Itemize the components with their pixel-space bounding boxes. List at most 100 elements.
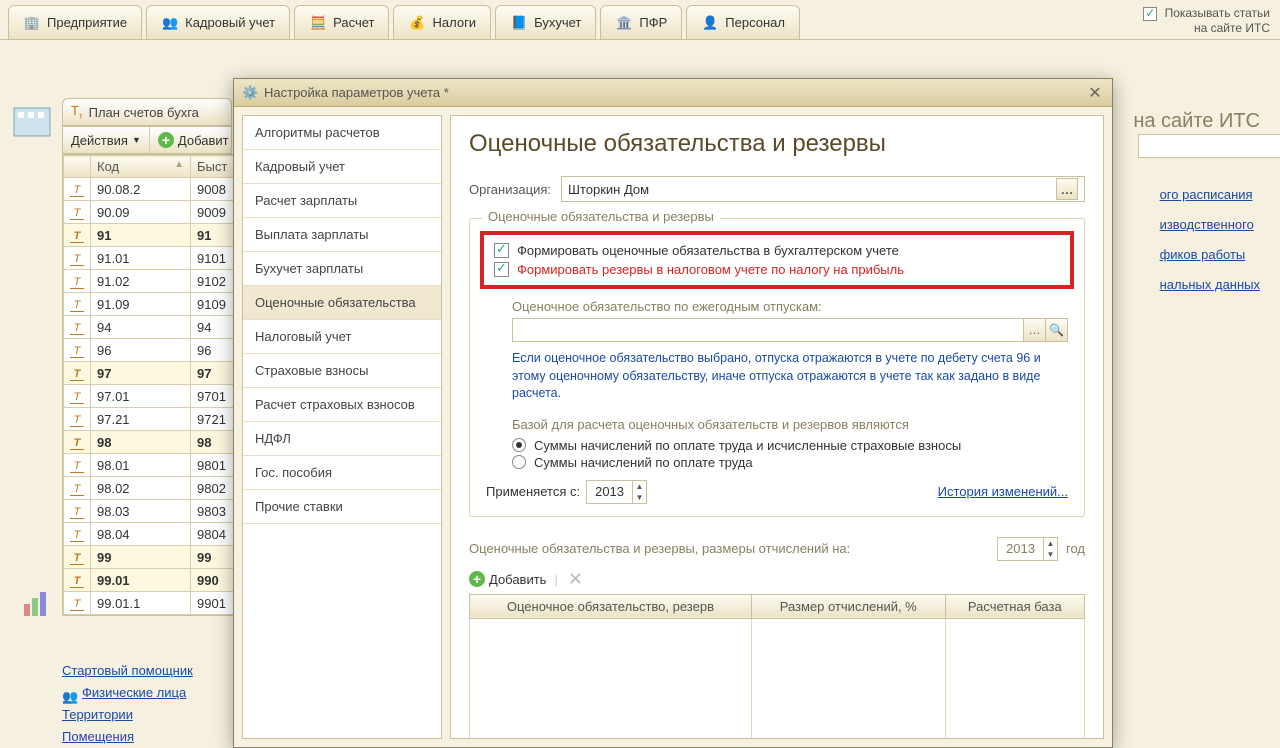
table-row[interactable]: T90.099009 bbox=[64, 201, 239, 224]
table-row[interactable]: T98.019801 bbox=[64, 454, 239, 477]
link-start-helper[interactable]: Стартовый помощник bbox=[62, 660, 193, 682]
account-icon: T bbox=[70, 506, 84, 519]
dialog-titlebar[interactable]: ⚙️ Настройка параметров учета * ✕ bbox=[234, 79, 1112, 107]
tab-label: Расчет bbox=[333, 15, 374, 30]
alloc-year-spinner[interactable]: 2013 ▲▼ bbox=[997, 537, 1058, 561]
nav-item[interactable]: Выплата зарплаты bbox=[243, 218, 441, 252]
plan-tab-label: План счетов бухга bbox=[89, 105, 199, 120]
table-row[interactable]: T98.049804 bbox=[64, 523, 239, 546]
side-link-4[interactable]: нальных данных bbox=[1160, 270, 1260, 300]
table-row[interactable]: T98.029802 bbox=[64, 477, 239, 500]
table-row[interactable]: T97.019701 bbox=[64, 385, 239, 408]
chk2-label: Формировать резервы в налоговом учете по… bbox=[517, 262, 904, 277]
table-row[interactable]: T90.08.29008 bbox=[64, 178, 239, 201]
allocations-table[interactable]: Оценочное обязательство, резерв Размер о… bbox=[469, 594, 1085, 739]
add-allocation-button[interactable]: +Добавить bbox=[469, 571, 546, 587]
add-button[interactable]: +Добавит bbox=[150, 127, 238, 153]
table-row[interactable]: T99.01990 bbox=[64, 569, 239, 592]
apply-year-spinner[interactable]: 2013 ▲▼ bbox=[586, 480, 647, 504]
link-rooms[interactable]: Помещения bbox=[62, 726, 193, 748]
nav-item[interactable]: Прочие ставки bbox=[243, 490, 441, 524]
table-row[interactable]: T91.019101 bbox=[64, 247, 239, 270]
tab-label: Персонал bbox=[725, 15, 785, 30]
col-percent[interactable]: Размер отчислений, % bbox=[751, 594, 945, 618]
side-link-1[interactable]: ого расписания bbox=[1160, 180, 1260, 210]
table-row[interactable]: T9696 bbox=[64, 339, 239, 362]
link-territories[interactable]: Территории bbox=[62, 704, 193, 726]
table-row[interactable]: T9191 bbox=[64, 224, 239, 247]
radio-base-wages[interactable] bbox=[512, 455, 526, 469]
book-icon: 📘 bbox=[510, 14, 528, 32]
tab-enterprise[interactable]: 🏢Предприятие bbox=[8, 5, 142, 39]
tab-hr[interactable]: 👥Кадровый учет bbox=[146, 5, 290, 39]
checkbox-icon[interactable] bbox=[1143, 7, 1157, 21]
nav-item[interactable]: Гос. пособия bbox=[243, 456, 441, 490]
plus-icon: + bbox=[158, 132, 174, 148]
plan-toolbar: Действия▼ +Добавит bbox=[62, 126, 232, 154]
spin-up-icon[interactable]: ▲ bbox=[1044, 538, 1057, 549]
group-title: Оценочные обязательства и резервы bbox=[482, 209, 720, 224]
col-provision[interactable]: Оценочное обязательство, резерв bbox=[470, 594, 752, 618]
actions-button[interactable]: Действия▼ bbox=[63, 127, 150, 153]
tab-personnel[interactable]: 👤Персонал bbox=[686, 5, 800, 39]
table-row[interactable]: T9999 bbox=[64, 546, 239, 569]
col-base[interactable]: Расчетная база bbox=[945, 594, 1084, 618]
tab-calc[interactable]: 🧮Расчет bbox=[294, 5, 389, 39]
org-value: Шторкин Дом bbox=[568, 182, 649, 197]
nav-item[interactable]: Расчет зарплаты bbox=[243, 184, 441, 218]
picker-button[interactable]: … bbox=[1024, 318, 1046, 342]
nav-item[interactable]: Кадровый учет bbox=[243, 150, 441, 184]
highlight-annotation: Формировать оценочные обязательства в бу… bbox=[480, 231, 1074, 289]
search-button[interactable]: 🔍 bbox=[1046, 318, 1068, 342]
table-row[interactable]: T91.029102 bbox=[64, 270, 239, 293]
table-row[interactable]: T9797 bbox=[64, 362, 239, 385]
spin-down-icon[interactable]: ▼ bbox=[1044, 549, 1057, 560]
tab-label: ПФР bbox=[639, 15, 667, 30]
checkbox-tax[interactable] bbox=[494, 262, 509, 277]
spin-down-icon[interactable]: ▼ bbox=[633, 492, 646, 503]
nav-item[interactable]: Бухучет зарплаты bbox=[243, 252, 441, 286]
table-row[interactable]: T9898 bbox=[64, 431, 239, 454]
nav-item[interactable]: Оценочные обязательства bbox=[243, 286, 441, 320]
nav-item[interactable]: Страховые взносы bbox=[243, 354, 441, 388]
nav-item[interactable]: Расчет страховых взносов bbox=[243, 388, 441, 422]
col-icon[interactable] bbox=[64, 156, 91, 178]
its-search-input[interactable] bbox=[1138, 134, 1280, 158]
tab-taxes[interactable]: 💰Налоги bbox=[393, 5, 491, 39]
people-icon: 👥 bbox=[62, 686, 78, 702]
checkbox-accounting[interactable] bbox=[494, 243, 509, 258]
spin-up-icon[interactable]: ▲ bbox=[633, 481, 646, 492]
org-label: Организация: bbox=[469, 182, 551, 197]
history-link[interactable]: История изменений... bbox=[938, 484, 1068, 499]
accounts-table[interactable]: Код▲ Быст T90.08.29008T90.099009T9191T91… bbox=[62, 154, 240, 616]
side-link-3[interactable]: фиков работы bbox=[1160, 240, 1260, 270]
tax-icon: 💰 bbox=[408, 14, 426, 32]
account-icon: T bbox=[70, 276, 84, 289]
col-code[interactable]: Код▲ bbox=[91, 156, 191, 178]
link-persons[interactable]: 👥Физические лица bbox=[62, 682, 193, 704]
org-input[interactable]: Шторкин Дом … bbox=[561, 176, 1085, 202]
table-row[interactable]: T91.099109 bbox=[64, 293, 239, 316]
radio-base-full[interactable] bbox=[512, 438, 526, 452]
close-button[interactable]: ✕ bbox=[1086, 84, 1104, 102]
tab-pfr[interactable]: 🏛️ПФР bbox=[600, 5, 682, 39]
delete-button[interactable]: ✕ bbox=[566, 569, 585, 590]
nav-item[interactable]: Налоговый учет bbox=[243, 320, 441, 354]
account-icon: T bbox=[70, 299, 84, 312]
sort-icon: ▲ bbox=[174, 159, 184, 170]
col-fast[interactable]: Быст bbox=[191, 156, 239, 178]
vacation-provision-input[interactable] bbox=[512, 318, 1024, 342]
nav-item[interactable]: НДФЛ bbox=[243, 422, 441, 456]
plan-tab[interactable]: ТтПлан счетов бухга bbox=[62, 98, 232, 126]
table-row[interactable]: T9494 bbox=[64, 316, 239, 339]
table-row[interactable]: T99.01.19901 bbox=[64, 592, 239, 615]
nav-item[interactable]: Алгоритмы расчетов bbox=[243, 116, 441, 150]
table-row[interactable]: T97.219721 bbox=[64, 408, 239, 431]
account-icon: T bbox=[70, 529, 84, 542]
side-link-2[interactable]: изводственного bbox=[1160, 210, 1260, 240]
radio2-label: Суммы начислений по оплате труда bbox=[534, 455, 753, 470]
main-tabs: 🏢Предприятие 👥Кадровый учет 🧮Расчет 💰Нал… bbox=[0, 0, 1280, 40]
picker-button[interactable]: … bbox=[1056, 178, 1078, 200]
tab-accounting[interactable]: 📘Бухучет bbox=[495, 5, 596, 39]
table-row[interactable]: T98.039803 bbox=[64, 500, 239, 523]
